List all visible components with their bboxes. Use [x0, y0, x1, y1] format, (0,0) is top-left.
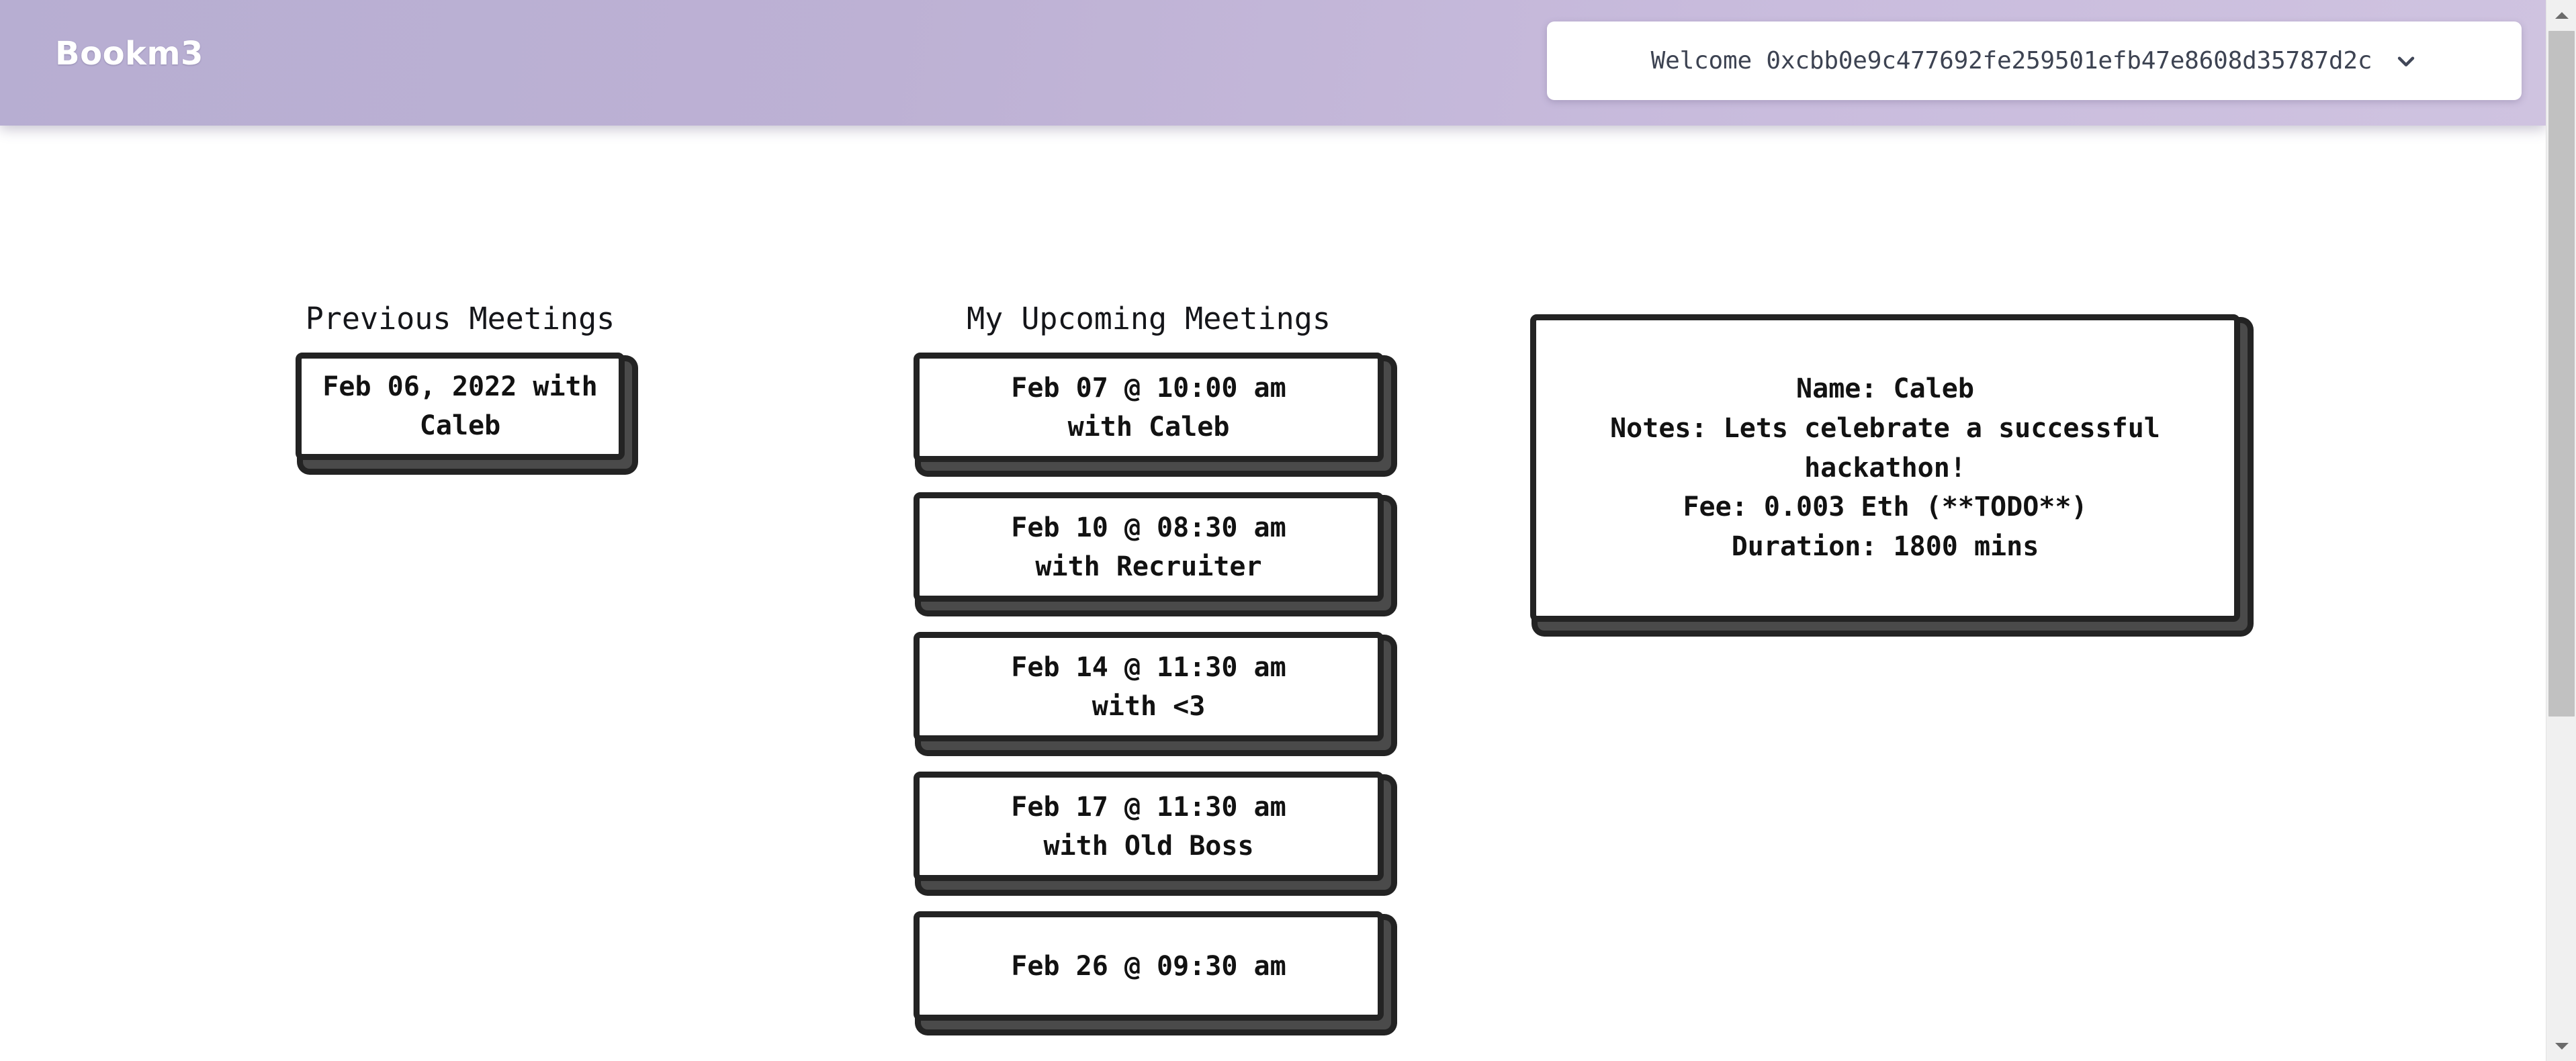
meeting-person: with <3 — [1092, 690, 1206, 722]
meeting-datetime: Feb 26 @ 09:30 am — [1011, 950, 1286, 982]
previous-meeting-date: Feb 06, 2022 with — [322, 371, 598, 402]
meeting-datetime: Feb 10 @ 08:30 am — [1011, 512, 1286, 543]
detail-name: Name: Caleb — [1796, 373, 1974, 404]
meeting-details-panel[interactable]: Name: Caleb Notes: Lets celebrate a succ… — [1530, 314, 2240, 622]
scroll-down-button[interactable] — [2546, 1031, 2576, 1061]
meeting-datetime: Feb 07 @ 10:00 am — [1011, 372, 1286, 404]
meeting-card[interactable]: Feb 26 @ 09:30 am — [914, 911, 1384, 1021]
meeting-card[interactable]: Feb 17 @ 11:30 am with Old Boss — [914, 772, 1384, 881]
previous-meeting-card[interactable]: Feb 06, 2022 with Caleb — [296, 353, 625, 460]
upcoming-meetings-column: My Upcoming Meetings Feb 07 @ 10:00 am w… — [914, 126, 1384, 1051]
meeting-datetime: Feb 14 @ 11:30 am — [1011, 651, 1286, 683]
detail-duration: Duration: 1800 mins — [1731, 531, 2039, 563]
scroll-up-arrow-icon — [2555, 11, 2569, 20]
page-scrollbar[interactable] — [2546, 0, 2576, 1061]
main-content: Previous Meetings Feb 06, 2022 with Cale… — [0, 126, 2546, 1061]
chevron-down-icon — [2395, 50, 2417, 73]
app-brand-title: Bookm3 — [55, 35, 204, 73]
meeting-datetime: Feb 17 @ 11:30 am — [1011, 791, 1286, 823]
scrollbar-thumb[interactable] — [2548, 31, 2575, 717]
wallet-dropdown-button[interactable]: Welcome 0xcbb0e9c477692fe259501efb47e860… — [1547, 21, 2522, 100]
meeting-person: with Old Boss — [1043, 830, 1254, 862]
meeting-card[interactable]: Feb 07 @ 10:00 am with Caleb — [914, 353, 1384, 462]
previous-meetings-column: Previous Meetings Feb 06, 2022 with Cale… — [296, 126, 772, 460]
meeting-card[interactable]: Feb 14 @ 11:30 am with <3 — [914, 632, 1384, 741]
previous-meeting-person: Caleb — [419, 410, 501, 441]
detail-notes: Notes: Lets celebrate a successful hacka… — [1610, 412, 2160, 483]
scroll-up-button[interactable] — [2546, 0, 2576, 30]
upcoming-meetings-list: Feb 07 @ 10:00 am with Caleb Feb 10 @ 08… — [914, 353, 1384, 1021]
page-viewport: Bookm3 Welcome 0xcbb0e9c477692fe259501ef… — [0, 0, 2546, 1061]
app-header: Bookm3 Welcome 0xcbb0e9c477692fe259501ef… — [0, 0, 2546, 126]
meeting-details-column: Name: Caleb Notes: Lets celebrate a succ… — [1530, 126, 2252, 622]
scroll-down-arrow-icon — [2555, 1042, 2569, 1051]
meeting-person: with Caleb — [1067, 411, 1230, 443]
upcoming-meetings-heading: My Upcoming Meetings — [967, 301, 1331, 336]
detail-fee: Fee: 0.003 Eth (**TODO**) — [1683, 492, 2088, 523]
previous-meetings-heading: Previous Meetings — [305, 301, 615, 336]
wallet-welcome-label: Welcome 0xcbb0e9c477692fe259501efb47e860… — [1650, 47, 2372, 75]
meeting-person: with Recruiter — [1035, 551, 1262, 582]
meeting-card[interactable]: Feb 10 @ 08:30 am with Recruiter — [914, 492, 1384, 602]
